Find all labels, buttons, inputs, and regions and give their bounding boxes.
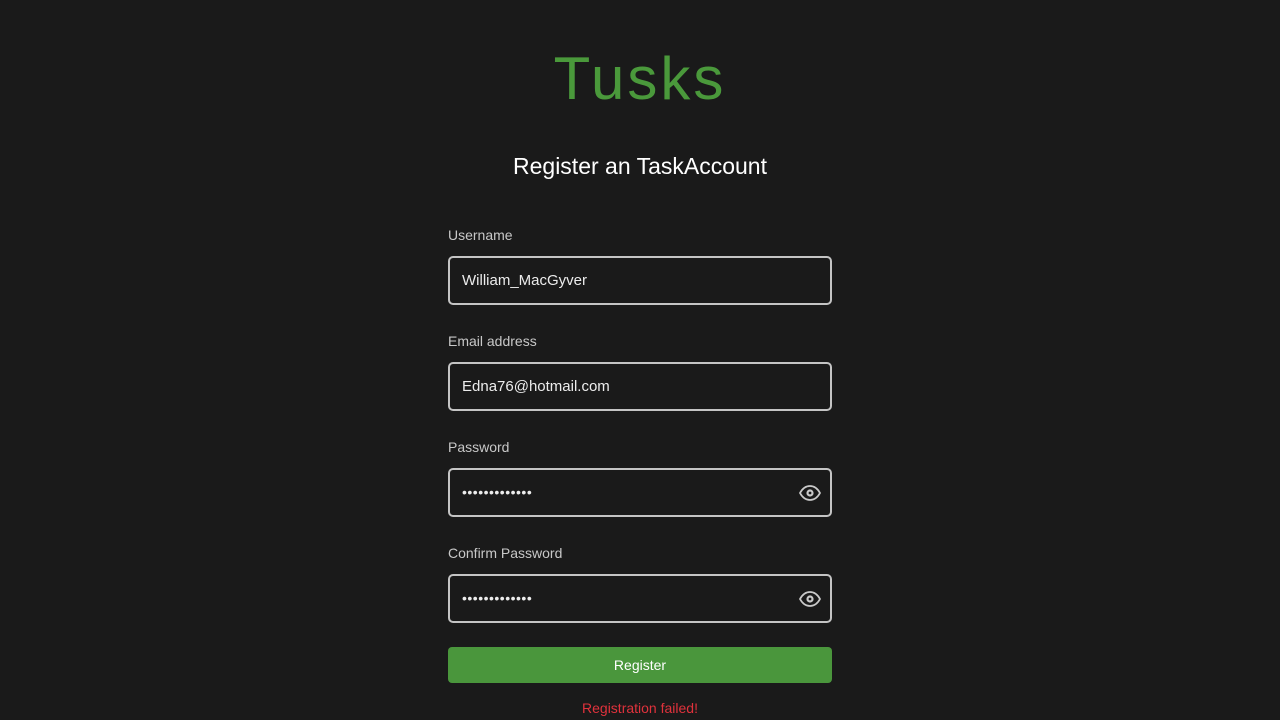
password-field[interactable]: ••••••••••••• <box>448 468 832 517</box>
app-logo-title: Tusks <box>553 45 727 112</box>
error-message: Registration failed! <box>582 700 698 716</box>
username-field-box <box>448 256 832 305</box>
confirm-password-field[interactable]: ••••••••••••• <box>448 574 832 623</box>
password-label: Password <box>448 439 510 455</box>
confirm-password-label: Confirm Password <box>448 545 563 561</box>
email-input[interactable] <box>462 364 792 409</box>
username-input[interactable] <box>462 258 792 303</box>
email-label: Email address <box>448 333 537 349</box>
eye-icon[interactable] <box>798 588 822 610</box>
register-form: Username Email address Password ••••••••… <box>448 226 832 717</box>
confirm-password-value: ••••••••••••• <box>462 590 533 606</box>
username-label: Username <box>448 227 513 243</box>
register-button[interactable]: Register <box>448 647 832 683</box>
email-field-box <box>448 362 832 411</box>
password-value: ••••••••••••• <box>462 484 533 500</box>
register-page: Tusks Register an TaskAccount Username E… <box>0 0 1280 720</box>
eye-icon[interactable] <box>798 482 822 504</box>
page-title: Register an TaskAccount <box>513 153 767 179</box>
